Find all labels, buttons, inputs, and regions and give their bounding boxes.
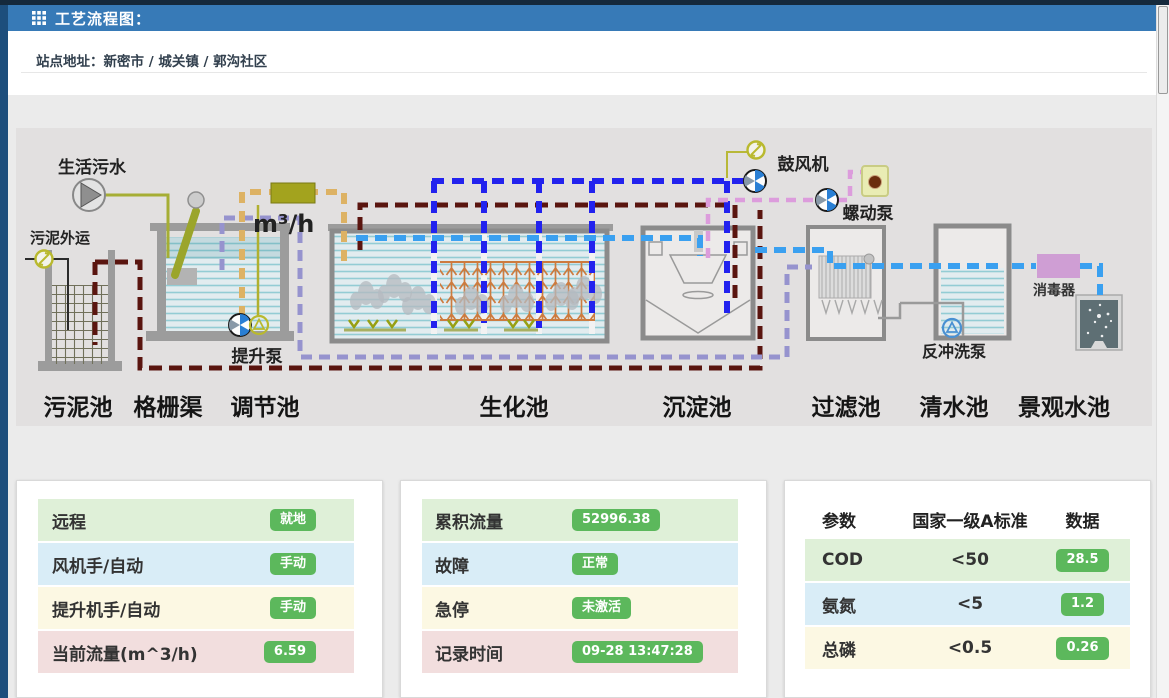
sludge-tank — [38, 250, 122, 371]
param-standard: <0.5 — [905, 638, 1035, 658]
scrollbar[interactable] — [1156, 5, 1169, 698]
disinfector-label: 消毒器 — [1033, 282, 1076, 299]
value-badge: 28.5 — [1056, 549, 1108, 572]
param-standard: <50 — [905, 550, 1035, 570]
flow-unit-label: m³/h — [253, 210, 314, 238]
table-row: 风机手/自动 手动 — [38, 543, 354, 585]
row-label: 急停 — [422, 596, 572, 621]
stage-label-clearwater: 清水池 — [920, 395, 989, 421]
status-badge: 手动 — [270, 553, 316, 576]
table-row: COD <50 28.5 — [805, 539, 1130, 581]
table-header: 参数 国家一级A标准 数据 — [805, 499, 1130, 539]
page-header: 工艺流程图： — [8, 5, 1157, 31]
blower-label: 鼓风机 — [778, 154, 829, 175]
row-label: 累积流量 — [422, 508, 572, 533]
status-badge: 未激活 — [572, 597, 631, 620]
row-label: 提升机手/自动 — [52, 596, 160, 621]
lift-pump-icon — [229, 314, 268, 336]
table-row: 记录时间 09-28 13:47:28 — [422, 631, 738, 673]
stage-label-grid: 格栅渠 — [134, 394, 203, 421]
stage-label-sediment: 沉淀池 — [663, 394, 732, 421]
stage-label-landscape: 景观水池 — [1018, 395, 1110, 421]
status-badge: 09-28 13:47:28 — [572, 641, 703, 664]
conveyor-motor — [188, 192, 204, 208]
biochemical-tank — [328, 224, 613, 341]
param-name: 氨氮 — [805, 592, 905, 617]
table-row: 总磷 <0.5 0.26 — [805, 627, 1130, 669]
table-row: 提升机手/自动 手动 — [38, 587, 354, 629]
header-param: 参数 — [805, 507, 905, 532]
table-row: 氨氮 <5 1.2 — [805, 583, 1130, 625]
stage-label-regulating: 调节池 — [231, 395, 300, 421]
stage-label-sludge: 污泥池 — [44, 395, 113, 421]
filter-drum — [819, 256, 871, 298]
blower-valve-icon — [748, 142, 765, 159]
param-name: COD — [805, 550, 905, 570]
value-badge: 0.26 — [1056, 637, 1108, 660]
table-row: 累积流量 52996.38 — [422, 499, 738, 541]
process-flow-diagram: 生活污水 污泥外运 m³/h 提升泵 鼓风机 螺动泵 反冲洗泵 消毒器 污泥池 … — [16, 128, 1152, 426]
backwash-pump-label: 反冲洗泵 — [922, 342, 986, 361]
lift-pump-label: 提升泵 — [232, 347, 283, 367]
disinfector-box — [1037, 254, 1080, 278]
status-badge: 6.59 — [264, 641, 316, 664]
blower-valve-line — [727, 152, 747, 178]
header-standard: 国家一级A标准 — [905, 507, 1035, 532]
row-label: 远程 — [52, 508, 86, 533]
sludge-out-label: 污泥外运 — [30, 229, 90, 247]
inflow-label: 生活污水 — [58, 157, 127, 178]
header-data: 数据 — [1035, 507, 1130, 532]
breadcrumb-panel: 站点地址：新密市 / 城关镇 / 郭沟社区 — [8, 31, 1157, 95]
flow-status-card: 累积流量 52996.38 故障 正常 急停 未激活 记录时间 09-28 13… — [400, 480, 767, 698]
left-edge-bar — [0, 0, 8, 698]
table-row: 当前流量(m^3/h) 6.59 — [38, 631, 354, 673]
peristaltic-pump-label: 螺动泵 — [843, 204, 894, 224]
table-row: 急停 未激活 — [422, 587, 738, 629]
status-badge: 正常 — [572, 553, 618, 576]
flow-meter — [271, 183, 315, 203]
breadcrumb: 站点地址：新密市 / 城关镇 / 郭沟社区 — [36, 50, 267, 70]
divider — [21, 72, 1147, 73]
inflow-pump-icon — [73, 179, 105, 211]
param-name: 总磷 — [805, 636, 905, 661]
filter-tank — [808, 227, 884, 339]
status-badge: 手动 — [270, 597, 316, 620]
row-label: 记录时间 — [422, 640, 572, 665]
scrollbar-thumb[interactable] — [1158, 6, 1168, 94]
status-badge: 52996.38 — [572, 509, 660, 532]
landscape-pool — [1076, 295, 1122, 350]
blower-fan-icon — [744, 170, 766, 192]
row-label: 风机手/自动 — [52, 552, 143, 577]
row-label: 故障 — [422, 552, 572, 577]
table-row: 远程 就地 — [38, 499, 354, 541]
sludge-out-valve-icon — [36, 251, 53, 268]
water-quality-card: 参数 国家一级A标准 数据 COD <50 28.5 氨氮 <5 1.2 总磷 … — [784, 480, 1151, 698]
value-badge: 1.2 — [1061, 593, 1104, 616]
peristaltic-pump-icon — [816, 189, 838, 211]
top-edge-bar — [0, 0, 1169, 5]
dosing-device — [862, 166, 888, 196]
param-standard: <5 — [905, 594, 1035, 614]
grid-icon — [32, 11, 46, 25]
row-label: 当前流量(m^3/h) — [52, 640, 198, 665]
table-row: 故障 正常 — [422, 543, 738, 585]
page-title: 工艺流程图： — [55, 8, 151, 29]
status-badge: 就地 — [270, 509, 316, 532]
control-status-card: 远程 就地 风机手/自动 手动 提升机手/自动 手动 当前流量(m^3/h) 6… — [16, 480, 383, 698]
stage-label-bio: 生化池 — [480, 394, 549, 421]
stage-label-filter: 过滤池 — [812, 395, 881, 421]
status-cards: 远程 就地 风机手/自动 手动 提升机手/自动 手动 当前流量(m^3/h) 6… — [16, 480, 1151, 698]
